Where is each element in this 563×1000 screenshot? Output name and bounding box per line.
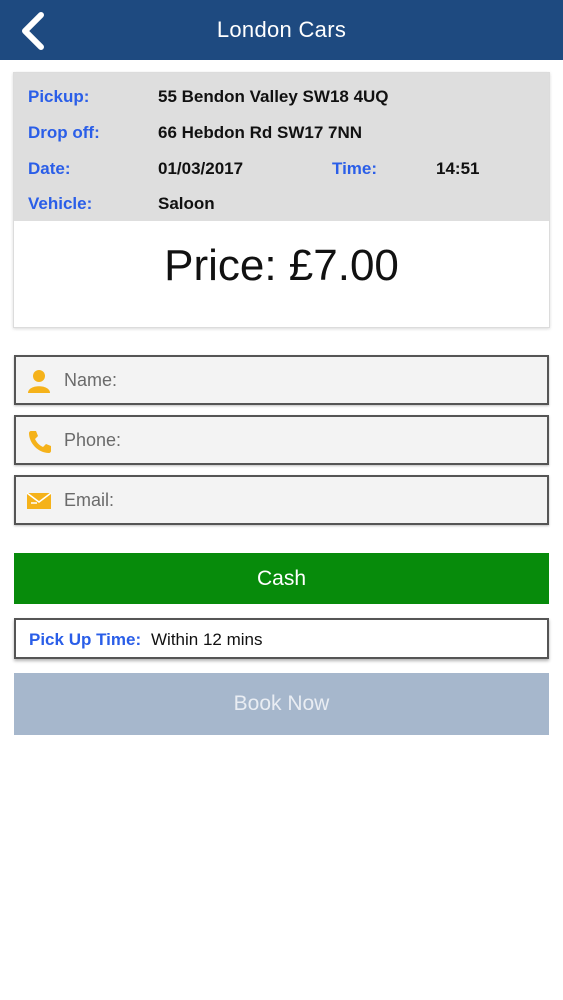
- email-icon: [26, 492, 52, 509]
- booking-summary-card: Pickup: 55 Bendon Valley SW18 4UQ Drop o…: [13, 72, 550, 328]
- phone-input[interactable]: [64, 417, 534, 463]
- phone-icon: [29, 431, 51, 453]
- page-title: London Cars: [216, 17, 347, 42]
- book-now-button[interactable]: Book Now: [14, 673, 549, 735]
- vehicle-value: Saloon: [158, 194, 215, 213]
- email-field[interactable]: [14, 475, 549, 525]
- vehicle-label: Vehicle:: [28, 194, 93, 213]
- date-label: Date:: [28, 159, 71, 178]
- pickup-time-value: Within 12 mins: [151, 630, 263, 649]
- dropoff-label: Drop off:: [28, 123, 100, 142]
- name-field[interactable]: [14, 355, 549, 405]
- price-display: Price: £7.00: [164, 241, 399, 290]
- dropoff-address: 66 Hebdon Rd SW17 7NN: [158, 123, 363, 142]
- pickup-time-info: Pick Up Time: Within 12 mins: [14, 618, 549, 659]
- email-input[interactable]: [64, 477, 534, 523]
- time-value: 14:51: [436, 159, 480, 178]
- date-value: 01/03/2017: [158, 159, 244, 178]
- pickup-time-label: Pick Up Time:: [29, 630, 142, 649]
- journey-details: Pickup: 55 Bendon Valley SW18 4UQ Drop o…: [14, 73, 549, 221]
- pickup-label: Pickup:: [28, 87, 90, 106]
- phone-field[interactable]: [14, 415, 549, 465]
- cash-payment-button[interactable]: Cash: [14, 553, 549, 604]
- name-input[interactable]: [64, 357, 534, 403]
- pickup-address: 55 Bendon Valley SW18 4UQ: [158, 87, 389, 106]
- user-icon: [28, 370, 50, 393]
- app-header: London Cars: [0, 0, 563, 60]
- time-label: Time:: [332, 159, 378, 178]
